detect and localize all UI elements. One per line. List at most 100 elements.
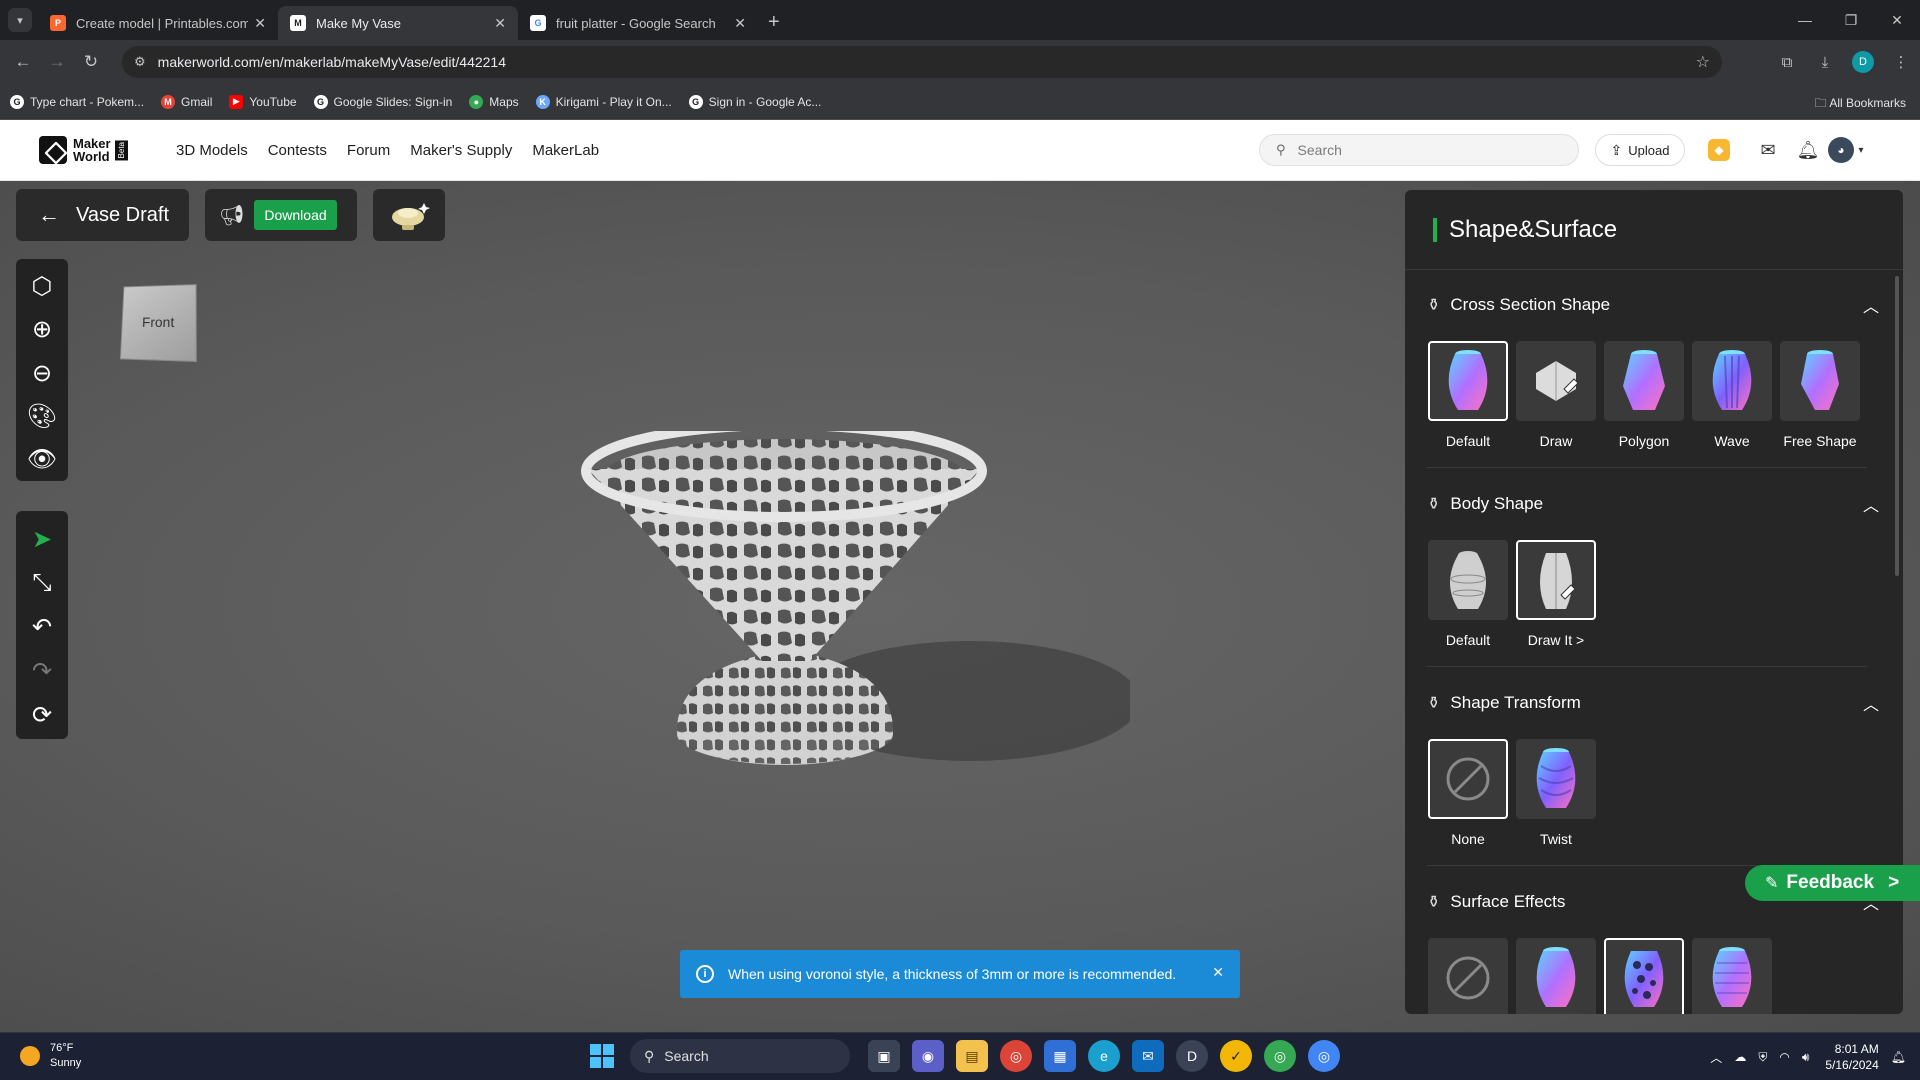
address-bar[interactable]: ⚙ makerworld.com/en/makerlab/makeMyVase/…	[122, 46, 1722, 78]
search-input[interactable]: ⚲ Search	[1259, 134, 1579, 166]
taskbar-search[interactable]: ⚲ Search	[630, 1039, 850, 1073]
tab-close-icon[interactable]: ✕	[494, 15, 506, 32]
bookmark-star-icon[interactable]: ☆	[1696, 52, 1710, 72]
volume-icon[interactable]: 🔊︎	[1802, 1050, 1810, 1065]
palette-icon[interactable]: 🎨︎	[20, 395, 64, 438]
clock[interactable]: 8:01 AM 5/16/2024	[1825, 1041, 1878, 1073]
chevron-down-icon[interactable]: ▾	[1854, 145, 1868, 156]
browser-tab[interactable]: P Create model | Printables.com ✕	[38, 6, 278, 40]
feedback-button[interactable]: ✎ Feedback >	[1745, 865, 1920, 901]
redo-icon[interactable]: ↷	[20, 649, 64, 693]
chat-icon[interactable]: ◉	[912, 1040, 944, 1072]
nav-forum[interactable]: Forum	[347, 142, 390, 159]
forward-arrow-icon[interactable]: →	[40, 52, 74, 72]
defender-icon[interactable]: ⛨	[1758, 1050, 1767, 1065]
mail-icon[interactable]: ✉	[1132, 1040, 1164, 1072]
tab-search-button[interactable]: ▾	[8, 8, 32, 32]
restore-icon[interactable]: ❐	[1828, 12, 1874, 29]
norton-icon[interactable]: ✓	[1220, 1040, 1252, 1072]
section-header[interactable]: ⚱ Body Shape ︿	[1405, 484, 1903, 524]
windows-start-icon[interactable]	[590, 1044, 614, 1068]
option-twist[interactable]: Twist	[1516, 739, 1596, 847]
back-arrow-icon[interactable]: ←	[6, 52, 40, 72]
fit-view-icon[interactable]: ⬡	[20, 265, 64, 308]
store-icon[interactable]: ▦	[1044, 1040, 1076, 1072]
megaphone-icon[interactable]: 📢︎	[219, 203, 244, 228]
new-tab-button[interactable]: +	[768, 11, 780, 34]
bookmark-item[interactable]: G Type chart - Pokem...	[10, 94, 144, 109]
browser-tab[interactable]: G fruit platter - Google Search ✕	[518, 6, 758, 40]
bookmark-item[interactable]: G Google Slides: Sign-in	[313, 94, 452, 109]
user-avatar[interactable]: ◕	[1828, 137, 1854, 163]
nav-3d-models[interactable]: 3D Models	[176, 142, 248, 159]
tab-close-icon[interactable]: ✕	[254, 15, 266, 32]
edge-icon[interactable]: e	[1088, 1040, 1120, 1072]
scale-icon[interactable]: ⤡	[20, 561, 64, 605]
option-wave[interactable]: Wave	[1692, 341, 1772, 449]
back-button[interactable]: ← Vase Draft	[16, 189, 189, 241]
bookmark-item[interactable]: M Gmail	[161, 94, 212, 109]
option-surface-ribbed[interactable]	[1692, 938, 1772, 1014]
chevron-up-icon[interactable]: ︿	[1710, 1049, 1722, 1066]
downloads-icon[interactable]: ⤓	[1806, 54, 1844, 71]
all-bookmarks-button[interactable]: 🗀 All Bookmarks	[1815, 94, 1906, 115]
option-polygon[interactable]: Polygon	[1604, 341, 1684, 449]
bookmark-item[interactable]: G Sign in - Google Ac...	[688, 94, 821, 109]
option-free-shape[interactable]: Free Shape	[1780, 341, 1860, 449]
onedrive-icon[interactable]: ☁	[1734, 1050, 1746, 1064]
vase-3d-model[interactable]	[570, 431, 1130, 771]
chevron-up-icon[interactable]: ︿	[1863, 293, 1879, 317]
option-default[interactable]: Default	[1428, 341, 1508, 449]
upload-button[interactable]: ⇪ Upload	[1595, 134, 1685, 166]
ai-vase-button[interactable]	[373, 189, 445, 241]
task-view-icon[interactable]: ▣	[868, 1040, 900, 1072]
chrome-icon[interactable]: ◎	[1264, 1040, 1296, 1072]
option-surface-voronoi[interactable]	[1604, 938, 1684, 1014]
option-draw-it[interactable]: Draw It >	[1516, 540, 1596, 648]
chrome-icon[interactable]: ◎	[1000, 1040, 1032, 1072]
option-draw[interactable]: Draw	[1516, 341, 1596, 449]
option-surface-smooth[interactable]	[1516, 938, 1596, 1014]
bookmark-item[interactable]: ▶ YouTube	[229, 94, 297, 109]
chevron-up-icon[interactable]: ︿	[1863, 492, 1879, 516]
undo-icon[interactable]: ↶	[20, 605, 64, 649]
section-header[interactable]: ⚱ Cross Section Shape ︿	[1405, 285, 1903, 325]
browser-tab-active[interactable]: M Make My Vase ✕	[278, 6, 518, 40]
weather-widget[interactable]: 76°F Sunny	[20, 1041, 81, 1071]
tab-close-icon[interactable]: ✕	[734, 15, 746, 32]
section-header[interactable]: ⚱ Shape Transform ︿	[1405, 683, 1903, 723]
toast-close-icon[interactable]: ✕	[1212, 964, 1224, 981]
bookmark-item[interactable]: ● Maps	[469, 94, 519, 109]
minimize-icon[interactable]: —	[1782, 12, 1828, 28]
reset-icon[interactable]: ⟳	[20, 693, 64, 737]
notification-bell-icon[interactable]: 🔔︎	[1891, 1050, 1906, 1064]
dell-icon[interactable]: D	[1176, 1040, 1208, 1072]
select-cursor-icon[interactable]: ➤	[20, 517, 64, 561]
extensions-icon[interactable]: ⧉	[1768, 54, 1806, 71]
option-surface-none[interactable]	[1428, 938, 1508, 1014]
zoom-in-icon[interactable]: ⊕	[20, 308, 64, 351]
reload-icon[interactable]: ↻	[74, 52, 108, 72]
bookmark-item[interactable]: K Kirigami - Play it On...	[535, 94, 672, 109]
view-cube[interactable]: Front	[119, 284, 197, 362]
points-icon[interactable]: ◆	[1708, 139, 1730, 161]
chevron-up-icon[interactable]: ︿	[1863, 691, 1879, 715]
option-body-default[interactable]: Default	[1428, 540, 1508, 648]
nav-makers-supply[interactable]: Maker's Supply	[410, 142, 512, 159]
option-none[interactable]: None	[1428, 739, 1508, 847]
chrome-icon[interactable]: ◎	[1308, 1040, 1340, 1072]
makerworld-logo[interactable]: Maker World Beta	[39, 136, 128, 164]
file-explorer-icon[interactable]: ▤	[956, 1040, 988, 1072]
nav-contests[interactable]: Contests	[268, 142, 327, 159]
nav-makerlab[interactable]: MakerLab	[532, 142, 599, 159]
close-window-icon[interactable]: ✕	[1874, 12, 1920, 29]
messages-icon[interactable]: ✉	[1748, 140, 1788, 161]
site-info-icon[interactable]: ⚙	[134, 54, 146, 70]
wifi-icon[interactable]: ◠	[1779, 1050, 1789, 1064]
browser-menu-icon[interactable]: ⋮	[1882, 53, 1920, 71]
zoom-out-icon[interactable]: ⊖	[20, 351, 64, 394]
profile-avatar[interactable]: D	[1852, 51, 1874, 73]
eye-icon[interactable]: 👁︎	[20, 438, 64, 481]
notifications-bell-icon[interactable]: 🔔︎	[1788, 140, 1828, 161]
download-button[interactable]: Download	[254, 200, 337, 230]
